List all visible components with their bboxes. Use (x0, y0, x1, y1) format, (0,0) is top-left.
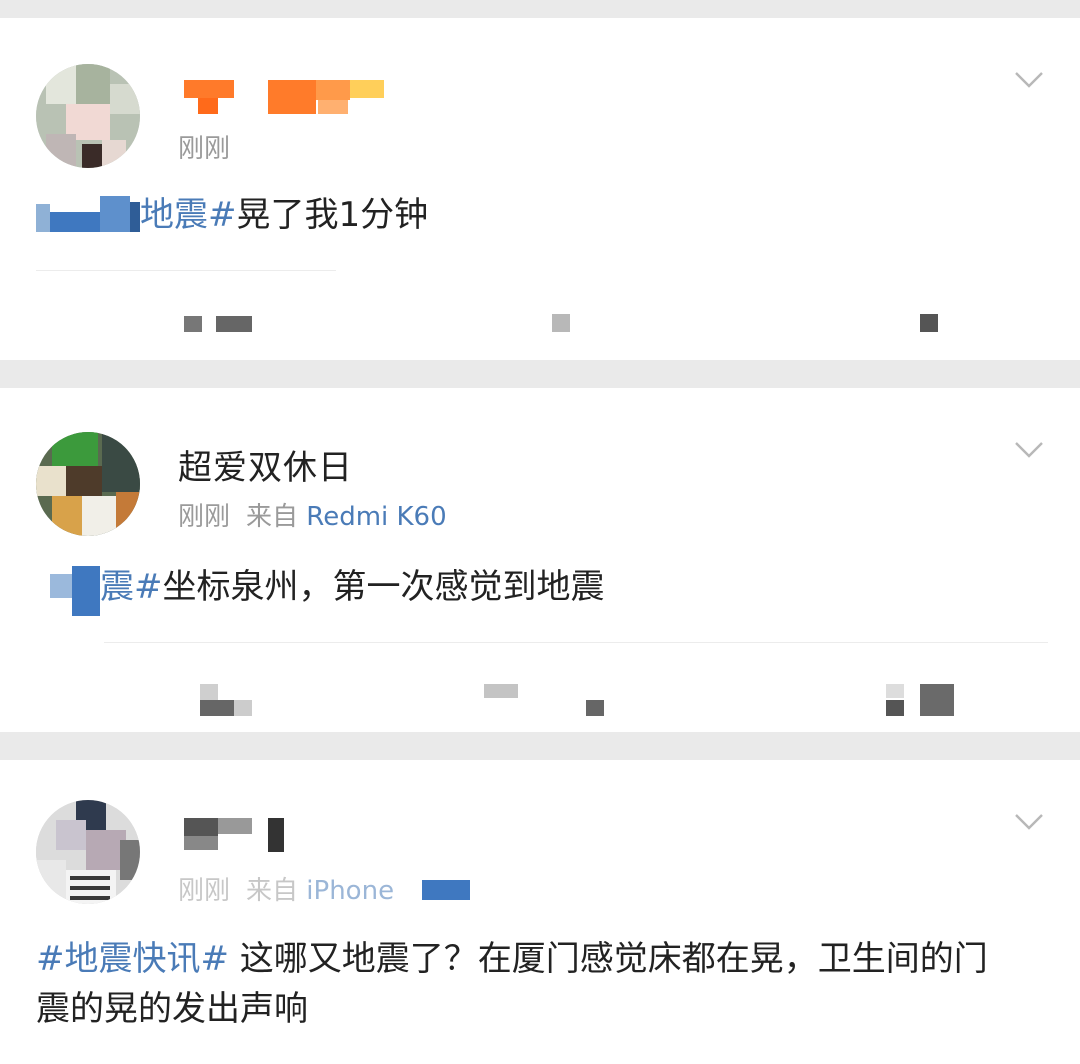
source-prefix: 来自 (246, 876, 299, 906)
more-options-button[interactable] (1014, 806, 1044, 836)
more-options-button[interactable] (1014, 434, 1044, 464)
hashtag-mosaic[interactable] (36, 190, 140, 240)
avatar[interactable] (36, 432, 140, 536)
post-body: 晃了我1分钟 (236, 195, 429, 235)
post-text: #地震快讯# 这哪又地震了？在厦门感觉床都在晃，卫生间的门震的晃的发出声响 (36, 934, 1020, 1034)
post-text: 地震#晃了我1分钟 (36, 190, 1020, 240)
repost-icon (200, 684, 218, 700)
like-icon (886, 684, 904, 698)
source-link[interactable]: iPhone (306, 876, 394, 906)
comment-icon (552, 314, 570, 332)
more-options-button[interactable] (1014, 64, 1044, 94)
post-meta: 刚刚 来自 Redmi K60 (178, 496, 447, 533)
avatar[interactable] (36, 64, 140, 168)
username[interactable]: 超爱双休日 (178, 440, 353, 489)
username-mosaic (184, 818, 218, 836)
weibo-feed: 刚刚 地震#晃了我1分钟 超爱双休日 刚刚 来自 Redmi K60 震#坐标泉… (0, 0, 1080, 1064)
post-time: 刚刚 (178, 502, 231, 532)
source-link[interactable]: Redmi K60 (306, 502, 446, 532)
chevron-down-icon (1015, 72, 1043, 88)
avatar[interactable] (36, 800, 140, 904)
post-meta: 刚刚 来自 iPhone (178, 870, 394, 907)
like-button[interactable] (886, 684, 956, 718)
chevron-down-icon (1015, 442, 1043, 458)
hashtag-mosaic[interactable] (36, 562, 100, 616)
post-meta: 刚刚 (178, 128, 230, 165)
divider (104, 642, 1048, 643)
hashtag-link[interactable]: 震# (100, 567, 163, 607)
like-button[interactable] (920, 314, 938, 332)
hashtag-link[interactable]: 地震# (140, 195, 237, 235)
hashtag-link[interactable]: #地震快讯# (36, 939, 229, 979)
repost-button[interactable] (200, 684, 252, 716)
source-prefix: 来自 (246, 502, 299, 532)
post-time: 刚刚 (178, 134, 231, 164)
repost-button[interactable] (184, 316, 252, 332)
post-time: 刚刚 (178, 876, 231, 906)
like-icon (920, 314, 938, 332)
username-mosaic (184, 80, 234, 98)
repost-icon (184, 316, 202, 332)
post-body: 坐标泉州，第一次感觉到地震 (162, 567, 605, 607)
comment-icon (484, 684, 518, 698)
post-text: 震#坐标泉州，第一次感觉到地震 (36, 562, 1020, 616)
source-mosaic (422, 880, 470, 900)
comment-button[interactable] (552, 314, 570, 332)
post-card[interactable]: 刚刚 地震#晃了我1分钟 (0, 18, 1080, 360)
divider (36, 270, 336, 271)
post-card[interactable]: 刚刚 来自 iPhone #地震快讯# 这哪又地震了？在厦门感觉床都在晃，卫生间的… (0, 760, 1080, 1064)
comment-button[interactable] (484, 684, 604, 716)
chevron-down-icon (1015, 814, 1043, 830)
post-card[interactable]: 超爱双休日 刚刚 来自 Redmi K60 震#坐标泉州，第一次感觉到地震 (0, 388, 1080, 732)
